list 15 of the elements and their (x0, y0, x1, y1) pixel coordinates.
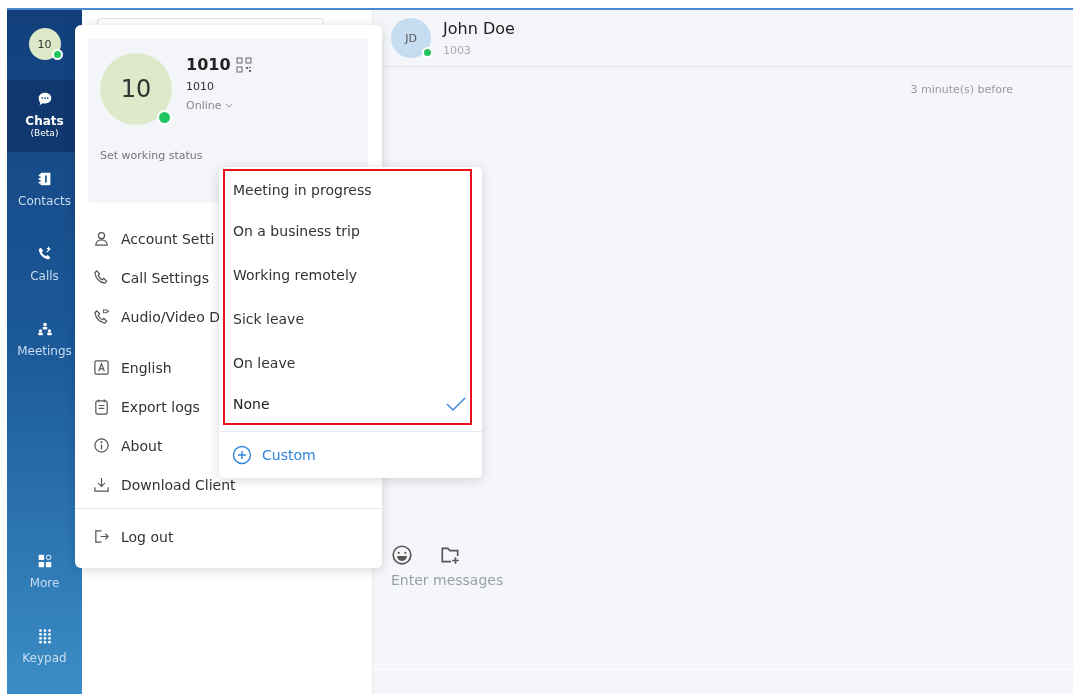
profile-number: 1010 (186, 80, 215, 93)
nav-label: Chats (25, 114, 64, 128)
nav-label: Keypad (22, 651, 67, 665)
avatar-initials: 10 (120, 75, 152, 103)
nav-label: More (29, 576, 60, 590)
avatar-initials: 10 (37, 37, 52, 51)
avatar-initials: JD (405, 31, 417, 45)
contact-name: John Doe (443, 19, 515, 38)
nav-sublabel: (Beta) (30, 128, 59, 138)
nav-label: Contacts (18, 194, 71, 208)
contact-extension: 1003 (443, 44, 472, 57)
nav-label: Meetings (17, 344, 72, 358)
message-timestamp: 3 minute(s) before (910, 83, 1013, 96)
nav-label: Calls (30, 269, 59, 283)
profile-name: 1010 (186, 55, 231, 74)
